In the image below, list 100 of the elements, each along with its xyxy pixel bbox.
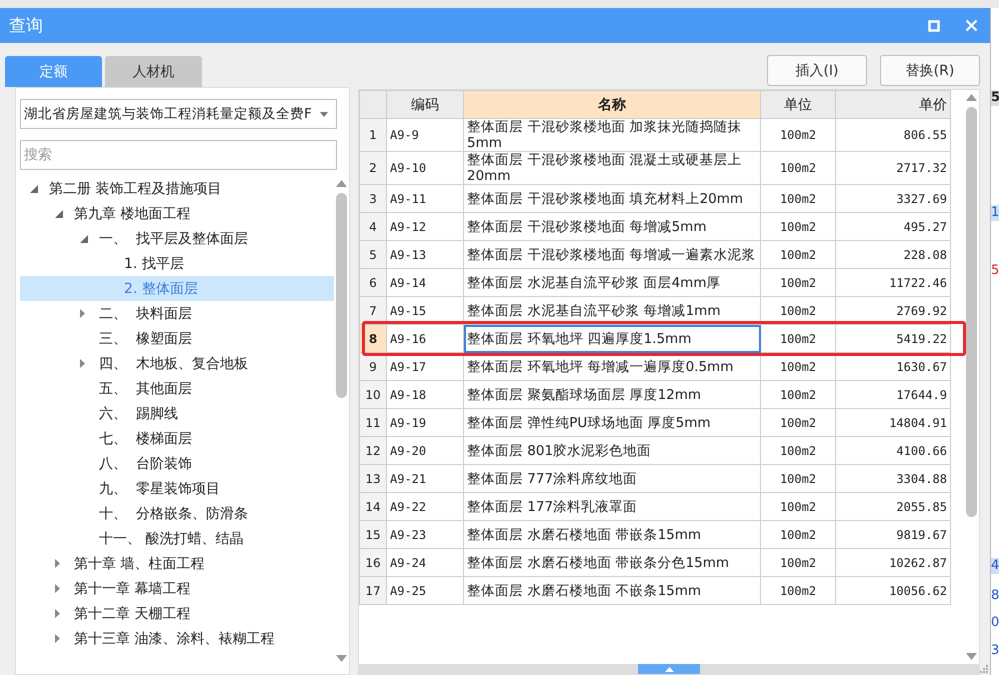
tab[interactable]: 人材机 bbox=[105, 56, 202, 87]
search-field[interactable]: 搜索 bbox=[20, 140, 337, 170]
table-cell: 100m2 bbox=[760, 296, 836, 324]
column-header[interactable]: 单位 bbox=[760, 90, 836, 118]
scroll-down-icon[interactable] bbox=[966, 653, 977, 660]
table-cell: 整体面层 801胶水泥彩色地面 bbox=[464, 436, 760, 464]
background-text: 0 bbox=[991, 615, 999, 631]
tree-item[interactable]: 十一、 酸洗打蜡、结晶 bbox=[20, 526, 334, 551]
table-cell: 100m2 bbox=[760, 152, 836, 184]
column-header[interactable]: 单价 bbox=[836, 90, 950, 118]
tree-item[interactable]: 六、 踢脚线 bbox=[20, 401, 334, 426]
collapsed-arrow-icon[interactable] bbox=[80, 309, 85, 318]
table-cell: 整体面层 干混砂浆楼地面 混凝土或硬基层上20mm bbox=[464, 152, 760, 184]
background-text: 5 bbox=[991, 90, 999, 106]
tree-item[interactable]: 四、 木地板、复合地板 bbox=[20, 351, 334, 376]
table-cell: A9-18 bbox=[386, 380, 464, 408]
table-cell: A9-19 bbox=[386, 408, 464, 436]
table-cell: 100m2 bbox=[760, 380, 836, 408]
table-cell: 整体面层 弹性纯PU球场地面 厚度5mm bbox=[464, 408, 760, 436]
tree-item[interactable]: 第十一章 幕墙工程 bbox=[20, 576, 334, 601]
scroll-up-icon[interactable] bbox=[966, 94, 977, 101]
row-number[interactable]: 15 bbox=[360, 520, 386, 548]
row-number[interactable]: 10 bbox=[360, 380, 386, 408]
tree-item[interactable]: 第十章 墙、柱面工程 bbox=[20, 551, 334, 576]
action-button[interactable]: 替换(R) bbox=[880, 55, 980, 86]
collapsed-arrow-icon[interactable] bbox=[80, 359, 85, 368]
row-number[interactable]: 11 bbox=[360, 408, 386, 436]
tree-item[interactable]: 二、 块料面层 bbox=[20, 301, 334, 326]
scroll-down-icon[interactable] bbox=[336, 655, 347, 662]
table-cell: 整体面层 干混砂浆楼地面 每增减一遍素水泥浆 bbox=[464, 240, 760, 268]
table-cell: 整体面层 水磨石楼地面 不嵌条15mm bbox=[464, 576, 760, 604]
background-text: 1 bbox=[991, 205, 999, 221]
row-number[interactable]: 13 bbox=[360, 464, 386, 492]
table-cell: 整体面层 777涂料席纹地面 bbox=[464, 464, 760, 492]
resize-grip-icon[interactable] bbox=[979, 664, 988, 673]
row-number[interactable]: 14 bbox=[360, 492, 386, 520]
table-cell: 14804.91 bbox=[836, 408, 950, 436]
row-number[interactable]: 16 bbox=[360, 548, 386, 576]
tree-item[interactable]: 第十三章 油漆、涂料、裱糊工程 bbox=[20, 626, 334, 651]
table-cell: A9-15 bbox=[386, 296, 464, 324]
expanded-arrow-icon[interactable] bbox=[55, 210, 63, 218]
tree-item[interactable]: 三、 橡塑面层 bbox=[20, 326, 334, 351]
row-number[interactable]: 6 bbox=[360, 268, 386, 296]
tree-item[interactable]: 1. 找平层 bbox=[20, 251, 334, 276]
row-number[interactable]: 1 bbox=[360, 118, 386, 152]
table-cell: 整体面层 干混砂浆楼地面 加浆抹光随捣随抹5mm bbox=[464, 118, 760, 152]
row-number[interactable]: 5 bbox=[360, 240, 386, 268]
library-dropdown[interactable]: 湖北省房屋建筑与装饰工程消耗量定额及全费F bbox=[20, 99, 337, 129]
tree-item[interactable]: 八、 台阶装饰 bbox=[20, 451, 334, 476]
scroll-up-icon[interactable] bbox=[336, 180, 347, 187]
table-cell: 整体面层 177涂料乳液罩面 bbox=[464, 492, 760, 520]
table-cell: 10262.87 bbox=[836, 548, 950, 576]
scroll-thumb[interactable] bbox=[966, 107, 977, 517]
row-number[interactable]: 17 bbox=[360, 576, 386, 604]
scroll-thumb[interactable] bbox=[638, 664, 700, 674]
table-cell: 495.27 bbox=[836, 212, 950, 240]
background-text: 5 bbox=[991, 263, 999, 279]
table-cell: 100m2 bbox=[760, 492, 836, 520]
column-header[interactable]: 名称 bbox=[464, 90, 760, 118]
table-cell: 228.08 bbox=[836, 240, 950, 268]
table-cell: A9-20 bbox=[386, 436, 464, 464]
table-cell: 100m2 bbox=[760, 118, 836, 152]
table-cell: 100m2 bbox=[760, 240, 836, 268]
horizontal-scrollbar[interactable] bbox=[359, 664, 979, 674]
tree-item[interactable]: 五、 其他面层 bbox=[20, 376, 334, 401]
window-title: 查询 bbox=[9, 15, 43, 37]
collapsed-arrow-icon[interactable] bbox=[55, 584, 60, 593]
close-icon[interactable] bbox=[965, 19, 978, 32]
background-text: 8 bbox=[991, 588, 999, 604]
row-number[interactable]: 3 bbox=[360, 184, 386, 212]
expanded-arrow-icon[interactable] bbox=[30, 184, 38, 192]
expanded-arrow-icon[interactable] bbox=[80, 234, 88, 242]
table-cell: 4100.66 bbox=[836, 436, 950, 464]
table-cell: A9-25 bbox=[386, 576, 464, 604]
table-cell: 11722.46 bbox=[836, 268, 950, 296]
tree-item[interactable]: 第二册 装饰工程及措施项目 bbox=[20, 176, 334, 201]
tree-item[interactable]: 第九章 楼地面工程 bbox=[20, 201, 334, 226]
table-cell: 2055.85 bbox=[836, 492, 950, 520]
collapsed-arrow-icon[interactable] bbox=[55, 609, 60, 618]
table-cell: A9-22 bbox=[386, 492, 464, 520]
tree-item[interactable]: 一、 找平层及整体面层 bbox=[20, 226, 334, 251]
table-cell: A9-24 bbox=[386, 548, 464, 576]
table-cell: 3327.69 bbox=[836, 184, 950, 212]
tree-item[interactable]: 九、 零星装饰项目 bbox=[20, 476, 334, 501]
table-cell: 整体面层 环氧地坪 四遍厚度1.5mm bbox=[464, 324, 760, 352]
tree-item[interactable]: 七、 楼梯面层 bbox=[20, 426, 334, 451]
header-cell bbox=[360, 90, 386, 118]
action-button[interactable]: 插入(I) bbox=[767, 55, 867, 86]
row-number[interactable]: 12 bbox=[360, 436, 386, 464]
column-header[interactable]: 编码 bbox=[386, 90, 464, 118]
row-number[interactable]: 2 bbox=[360, 152, 386, 184]
scroll-thumb[interactable] bbox=[336, 193, 347, 398]
maximize-icon[interactable] bbox=[928, 20, 940, 32]
collapsed-arrow-icon[interactable] bbox=[55, 559, 60, 568]
table-cell: 2769.92 bbox=[836, 296, 950, 324]
row-number[interactable]: 4 bbox=[360, 212, 386, 240]
table-cell: 整体面层 干混砂浆楼地面 每增减5mm bbox=[464, 212, 760, 240]
collapsed-arrow-icon[interactable] bbox=[55, 634, 60, 643]
tree-item[interactable]: 十、 分格嵌条、防滑条 bbox=[20, 501, 334, 526]
tree-item[interactable]: 第十二章 天棚工程 bbox=[20, 601, 334, 626]
